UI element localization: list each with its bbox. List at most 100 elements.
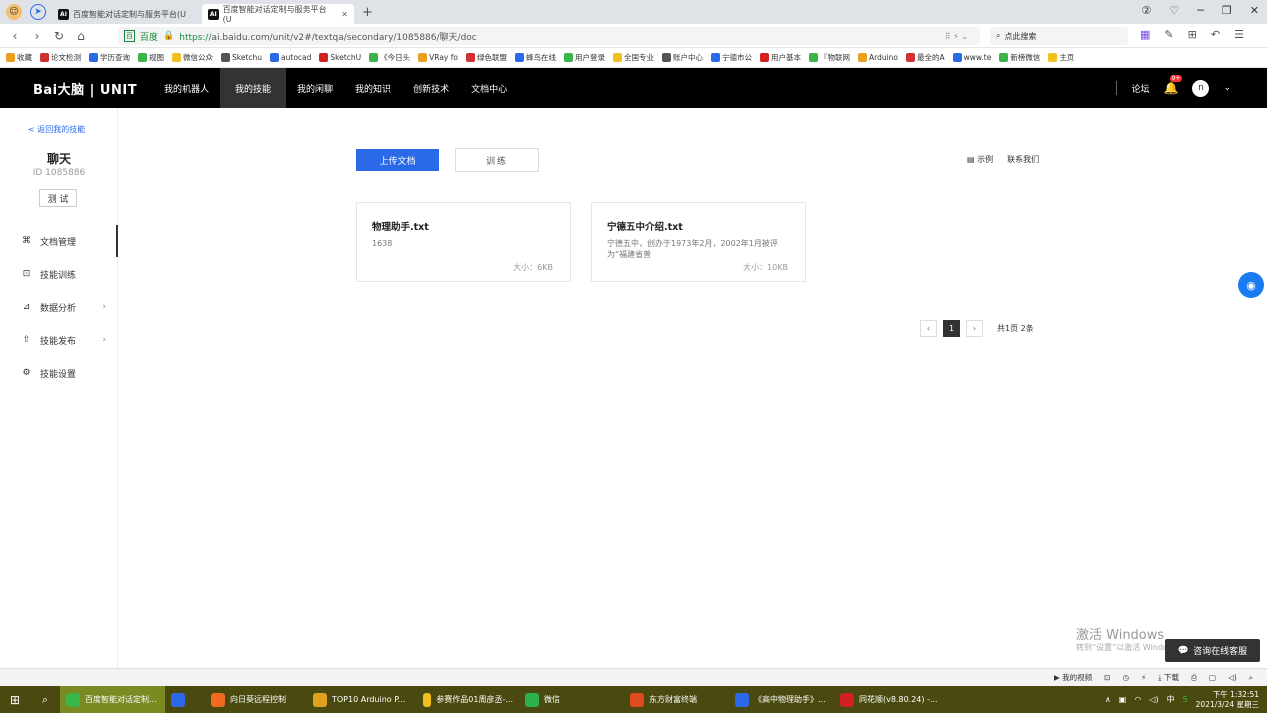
upload-document-button[interactable]: 上传文档 xyxy=(356,149,439,171)
download-link[interactable]: ⤓ 下载 xyxy=(1158,672,1179,683)
security-icon[interactable]: S xyxy=(1183,695,1188,704)
bookmark-item[interactable]: 《今日头 xyxy=(369,52,410,63)
example-link[interactable]: ▤ 示例 xyxy=(967,154,993,165)
taskbar-app[interactable]: 向日葵远程控制 xyxy=(205,686,307,713)
unit-logo[interactable]: Bai大脑 | UNIT xyxy=(33,79,153,98)
taskbar-app[interactable]: 同花顺(v8.80.24) -... xyxy=(834,686,944,713)
page-icon[interactable]: ▢ xyxy=(1209,673,1216,682)
document-card[interactable]: 物理助手.txt 1638 大小：6KB xyxy=(356,202,571,282)
url-box[interactable]: 百 百度 🔒 https://ai.baidu.com/unit/v2#/tex… xyxy=(118,27,980,45)
tray-expand-icon[interactable]: ∧ xyxy=(1105,695,1111,704)
online-support-button[interactable]: 💬 咨询在线客服 xyxy=(1165,639,1260,662)
bookmark-item[interactable]: Arduino xyxy=(857,53,898,62)
translate-icon[interactable]: ✎ xyxy=(1164,28,1173,41)
wifi-icon[interactable]: ◠ xyxy=(1134,695,1141,704)
next-page-button[interactable]: › xyxy=(966,320,983,337)
skin-icon[interactable]: ♡ xyxy=(1169,4,1179,17)
bookmark-item[interactable]: 蜂鸟在线 xyxy=(514,52,556,63)
bookmark-item[interactable]: 用户基本 xyxy=(759,52,801,63)
extension-icon[interactable]: ▦ xyxy=(1140,28,1150,41)
taskbar-app[interactable]: 东方财富终端 xyxy=(624,686,729,713)
user-avatar[interactable]: n xyxy=(1192,79,1210,97)
taskbar-app[interactable]: 微信 xyxy=(519,686,624,713)
bookmark-item[interactable]: 论文检测 xyxy=(40,52,81,63)
close-tab-icon[interactable]: ✕ xyxy=(341,10,348,19)
print-icon[interactable]: ⎙ xyxy=(1191,673,1197,683)
bookmark-item[interactable]: www.te xyxy=(952,53,991,62)
document-card[interactable]: 宁德五中介绍.txt 宁德五中，创办于1973年2月，2002年1月被评为“福建… xyxy=(591,202,806,282)
taskbar-app[interactable]: 百度智能对话定制... xyxy=(60,686,165,713)
robot-assistant-icon[interactable]: ◉ xyxy=(1238,272,1264,298)
nav-item[interactable]: 创新技术 xyxy=(402,68,460,108)
reload-icon[interactable]: ↻ xyxy=(48,29,70,43)
bookmark-item[interactable]: 用户登录 xyxy=(563,52,605,63)
sidebar-item-1[interactable]: ⌘ 文档管理 xyxy=(0,225,118,257)
bookmark-item[interactable]: 最全的A xyxy=(906,52,945,63)
train-button[interactable]: 训练 xyxy=(455,148,539,172)
search-input[interactable]: ⌕ 点此搜索 xyxy=(990,27,1128,45)
windows-start-icon[interactable]: ⊞ xyxy=(0,693,30,707)
taskbar-app[interactable] xyxy=(165,686,205,713)
undo-icon[interactable]: ↶ xyxy=(1211,28,1220,41)
browser-tab-2[interactable]: AI 百度智能对话定制与服务平台(U ✕ xyxy=(202,4,354,24)
menu-icon[interactable]: ☰ xyxy=(1234,28,1244,41)
bookmark-item[interactable]: 规图 xyxy=(138,52,164,63)
taskbar-app[interactable]: 《高中物理助手》... xyxy=(729,686,834,713)
nav-item[interactable]: 我的技能 xyxy=(220,68,287,108)
bookmark-item[interactable]: 账户中心 xyxy=(661,52,703,63)
screenshot-icon[interactable]: ⊡ xyxy=(1104,673,1110,682)
sidebar-item-5[interactable]: ⚙ 技能设置 xyxy=(0,357,118,389)
chevron-down-icon[interactable]: ⌄ xyxy=(1223,83,1231,93)
network-icon[interactable]: ▣ xyxy=(1119,695,1127,704)
clock[interactable]: 下午 1:32:51 2021/3/24 星期三 xyxy=(1196,690,1259,710)
taskbar-app[interactable]: 参赛作品01周彦丞-... xyxy=(417,686,519,713)
apps-icon[interactable]: ⊞ xyxy=(1188,28,1197,41)
user-avatar-icon[interactable]: ☺ xyxy=(6,4,22,20)
bookmark-item[interactable]: 学历查询 xyxy=(89,52,130,63)
nav-item[interactable]: 我的机器人 xyxy=(153,68,220,108)
bookmark-item[interactable]: autocad xyxy=(270,53,311,62)
nav-item[interactable]: 我的知识 xyxy=(344,68,402,108)
browser-tab-1[interactable]: AI 百度智能对话定制与服务平台(U xyxy=(52,4,202,24)
sidebar-item-3[interactable]: ⊿ 数据分析 › xyxy=(0,291,118,323)
volume-icon[interactable]: ◁) xyxy=(1149,695,1158,704)
new-tab-button[interactable]: + xyxy=(362,5,373,20)
sidebar-item-2[interactable]: ⊡ 技能训练 xyxy=(0,258,118,290)
page-1-button[interactable]: 1 xyxy=(943,320,960,337)
back-to-skills-link[interactable]: < 返回我的技能 xyxy=(28,124,85,135)
forward-icon[interactable]: › xyxy=(26,29,48,43)
speed-icon[interactable]: ⚡ xyxy=(1141,673,1146,682)
sound-icon[interactable]: ◁) xyxy=(1228,673,1237,682)
search-icon[interactable]: ⌕ xyxy=(30,693,60,707)
contact-us-link[interactable]: 联系我们 xyxy=(1007,154,1039,165)
my-videos-link[interactable]: ▶ 我的视频 xyxy=(1054,672,1092,683)
back-icon[interactable]: ‹ xyxy=(4,29,26,43)
prev-page-button[interactable]: ‹ xyxy=(920,320,937,337)
url-actions-icon[interactable]: ⠿ ⚡ ⌄ xyxy=(945,32,968,41)
bookmark-item[interactable]: VRay fo xyxy=(418,53,458,62)
forum-link[interactable]: 论坛 xyxy=(1131,82,1149,95)
bookmark-item[interactable]: 『物联网 xyxy=(808,52,850,63)
test-button[interactable]: 测 试 xyxy=(39,189,77,207)
bookmark-item[interactable]: Sketchu xyxy=(221,53,262,62)
sidebar-item-4[interactable]: ⇧ 技能发布 › xyxy=(0,324,118,356)
notification-bell-icon[interactable]: 🔔 9+ xyxy=(1164,75,1183,95)
restore-icon[interactable]: ❐ xyxy=(1222,4,1232,17)
close-window-icon[interactable]: ✕ xyxy=(1250,4,1259,17)
history-icon[interactable]: ◷ xyxy=(1122,673,1129,682)
navigate-icon[interactable]: ➤ xyxy=(30,4,46,20)
taskbar-app[interactable]: TOP10 Arduino P... xyxy=(307,686,417,713)
bookmark-item[interactable]: 主页 xyxy=(1048,52,1074,63)
bookmark-item[interactable]: 绿色联盟 xyxy=(465,52,507,63)
badge-icon[interactable]: ② xyxy=(1142,4,1152,17)
bookmark-item[interactable]: 宁德市公 xyxy=(710,52,752,63)
bookmark-item[interactable]: 微信公众 xyxy=(172,52,213,63)
nav-item[interactable]: 文档中心 xyxy=(460,68,518,108)
minimize-icon[interactable]: ─ xyxy=(1197,4,1204,17)
ime-indicator[interactable]: 中 xyxy=(1167,694,1175,705)
bookmark-item[interactable]: 新榜微信 xyxy=(999,52,1040,63)
bookmark-item[interactable]: SketchU xyxy=(319,53,361,62)
bookmark-item[interactable]: 收藏 xyxy=(6,52,32,63)
home-icon[interactable]: ⌂ xyxy=(70,29,92,43)
nav-item[interactable]: 我的闲聊 xyxy=(286,68,344,108)
